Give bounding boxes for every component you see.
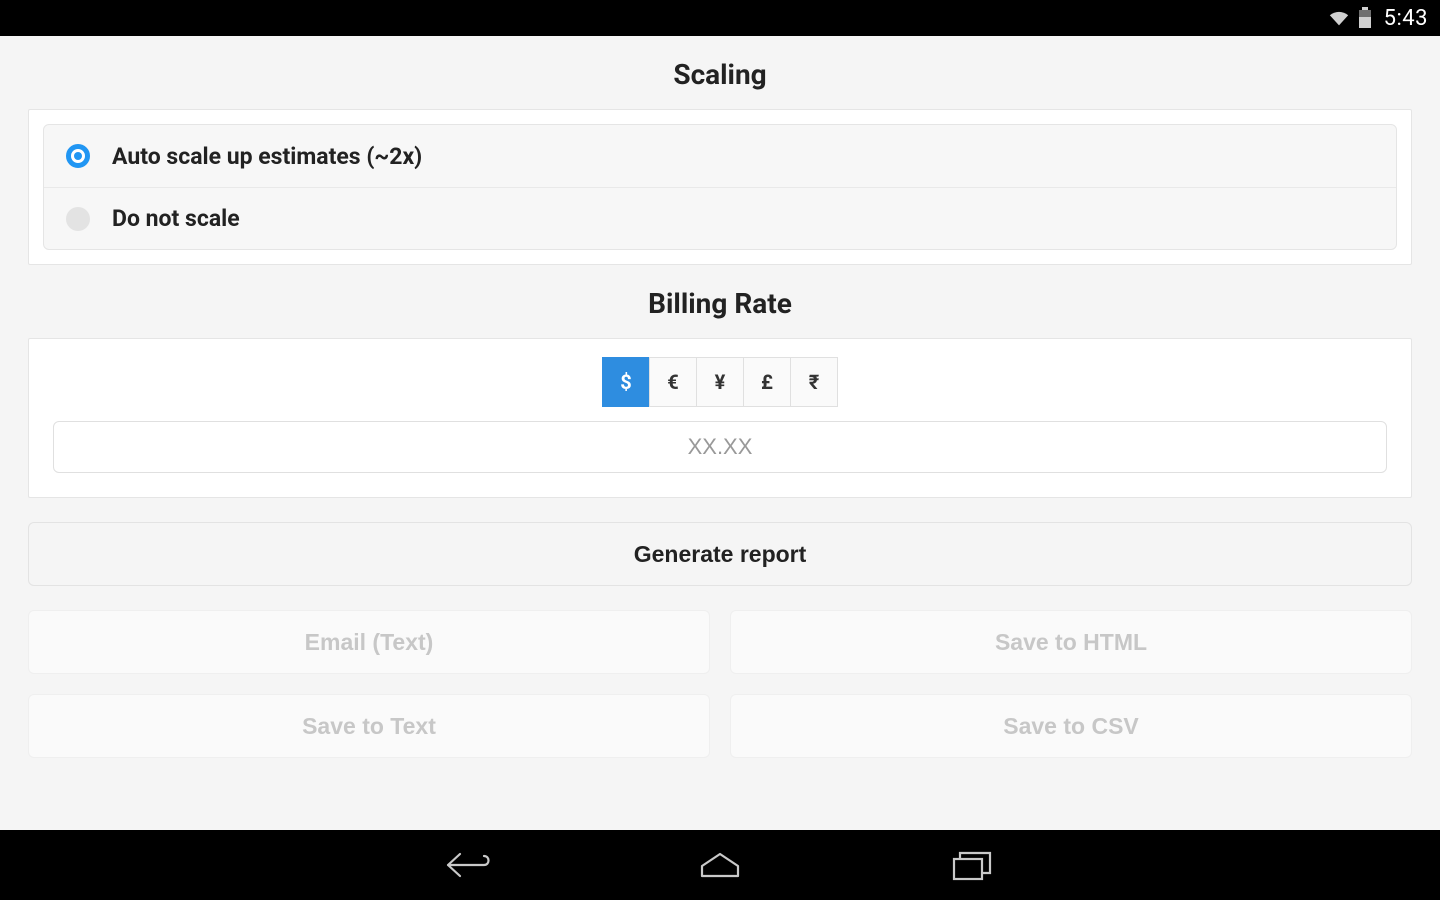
currency-seg-rupee[interactable]: ₹ bbox=[790, 357, 838, 407]
radio-unselected-icon bbox=[66, 207, 90, 231]
currency-seg-euro[interactable]: € bbox=[649, 357, 697, 407]
generate-report-button[interactable]: Generate report bbox=[28, 522, 1412, 586]
content-area: Scaling Auto scale up estimates (~2x) Do… bbox=[0, 36, 1440, 830]
billing-title: Billing Rate bbox=[0, 287, 1440, 320]
scaling-title: Scaling bbox=[0, 58, 1440, 91]
recents-icon bbox=[950, 849, 994, 881]
scaling-option-label: Auto scale up estimates (~2x) bbox=[112, 143, 422, 170]
billing-card: $ € ¥ £ ₹ bbox=[28, 338, 1412, 498]
scaling-option-none[interactable]: Do not scale bbox=[44, 187, 1396, 249]
scaling-option-label: Do not scale bbox=[112, 205, 240, 232]
scaling-radio-group: Auto scale up estimates (~2x) Do not sca… bbox=[43, 124, 1397, 250]
export-save-html-button[interactable]: Save to HTML bbox=[730, 610, 1412, 674]
scaling-option-auto[interactable]: Auto scale up estimates (~2x) bbox=[44, 125, 1396, 187]
export-save-text-button[interactable]: Save to Text bbox=[28, 694, 710, 758]
export-save-csv-button[interactable]: Save to CSV bbox=[730, 694, 1412, 758]
status-bar: 5:43 bbox=[0, 0, 1440, 36]
export-email-text-button[interactable]: Email (Text) bbox=[28, 610, 710, 674]
currency-segmented-control: $ € ¥ £ ₹ bbox=[53, 357, 1387, 407]
billing-rate-input[interactable] bbox=[53, 421, 1387, 473]
nav-home-button[interactable] bbox=[694, 845, 746, 885]
battery-icon bbox=[1358, 7, 1372, 29]
back-icon bbox=[442, 848, 494, 882]
nav-recents-button[interactable] bbox=[946, 845, 998, 885]
home-icon bbox=[698, 850, 742, 880]
status-time: 5:43 bbox=[1384, 6, 1428, 31]
navigation-bar bbox=[0, 830, 1440, 900]
currency-seg-pound[interactable]: £ bbox=[743, 357, 791, 407]
nav-back-button[interactable] bbox=[442, 845, 494, 885]
currency-seg-yen[interactable]: ¥ bbox=[696, 357, 744, 407]
export-buttons: Email (Text) Save to HTML Save to Text S… bbox=[28, 610, 1412, 758]
radio-selected-icon bbox=[66, 144, 90, 168]
currency-seg-dollar[interactable]: $ bbox=[602, 357, 650, 407]
scaling-card: Auto scale up estimates (~2x) Do not sca… bbox=[28, 109, 1412, 265]
wifi-icon bbox=[1328, 9, 1350, 27]
